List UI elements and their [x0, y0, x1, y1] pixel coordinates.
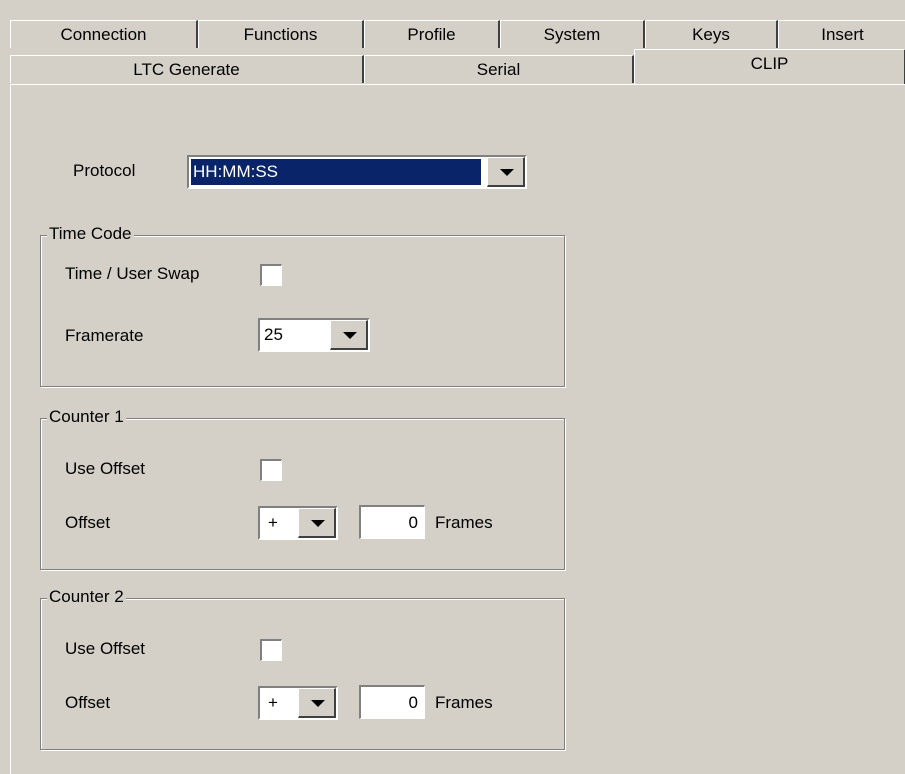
counter-1-title: Counter 1	[47, 407, 126, 427]
tab-functions[interactable]: Functions	[198, 20, 364, 48]
tab-ltc-generate[interactable]: LTC Generate	[10, 55, 364, 83]
counter-1-sign-dropdown-button[interactable]	[298, 508, 336, 538]
counter-1-group: Counter 1 Use Offset Offset + 0 Frames	[40, 407, 565, 570]
framerate-select[interactable]: 25	[258, 318, 370, 352]
counter-2-title: Counter 2	[47, 587, 126, 607]
counter-1-sign-select[interactable]: +	[258, 506, 338, 540]
framerate-dropdown-button[interactable]	[330, 320, 368, 350]
protocol-dropdown-button[interactable]	[487, 157, 525, 187]
framerate-value: 25	[264, 325, 283, 344]
protocol-value: HH:MM:SS	[191, 159, 481, 185]
tab-system[interactable]: System	[500, 20, 645, 48]
tab-connection[interactable]: Connection	[10, 20, 198, 48]
counter-1-use-offset-label: Use Offset	[65, 459, 145, 478]
counter-2-use-offset-checkbox[interactable]	[260, 639, 282, 661]
tab-keys[interactable]: Keys	[645, 20, 778, 48]
counter-2-sign-value: +	[268, 693, 278, 712]
time-code-title: Time Code	[47, 224, 134, 244]
counter-1-unit-label: Frames	[435, 513, 493, 532]
time-user-swap-label: Time / User Swap	[65, 264, 200, 283]
tab-serial[interactable]: Serial	[364, 55, 634, 83]
framerate-label: Framerate	[65, 326, 144, 345]
time-code-group: Time Code Time / User Swap Framerate 25	[40, 224, 565, 387]
counter-1-use-offset-checkbox[interactable]	[260, 459, 282, 481]
counter-1-offset-input[interactable]: 0	[359, 505, 425, 539]
time-user-swap-checkbox[interactable]	[260, 264, 282, 286]
tab-profile[interactable]: Profile	[364, 20, 500, 48]
counter-2-group: Counter 2 Use Offset Offset + 0 Frames	[40, 587, 565, 750]
counter-2-sign-dropdown-button[interactable]	[298, 688, 336, 718]
counter-2-offset-label: Offset	[65, 693, 111, 712]
counter-2-sign-select[interactable]: +	[258, 686, 338, 720]
tab-insert[interactable]: Insert	[778, 20, 905, 48]
clip-panel: Protocol HH:MM:SS Time Code Time / User …	[10, 84, 905, 774]
counter-1-sign-value: +	[268, 513, 278, 532]
counter-1-offset-label: Offset	[65, 513, 111, 532]
tab-clip[interactable]: CLIP	[634, 49, 905, 85]
counter-2-offset-input[interactable]: 0	[359, 685, 425, 719]
protocol-select[interactable]: HH:MM:SS	[187, 155, 527, 189]
counter-2-use-offset-label: Use Offset	[65, 639, 145, 658]
protocol-label: Protocol	[73, 161, 136, 180]
counter-2-unit-label: Frames	[435, 693, 493, 712]
